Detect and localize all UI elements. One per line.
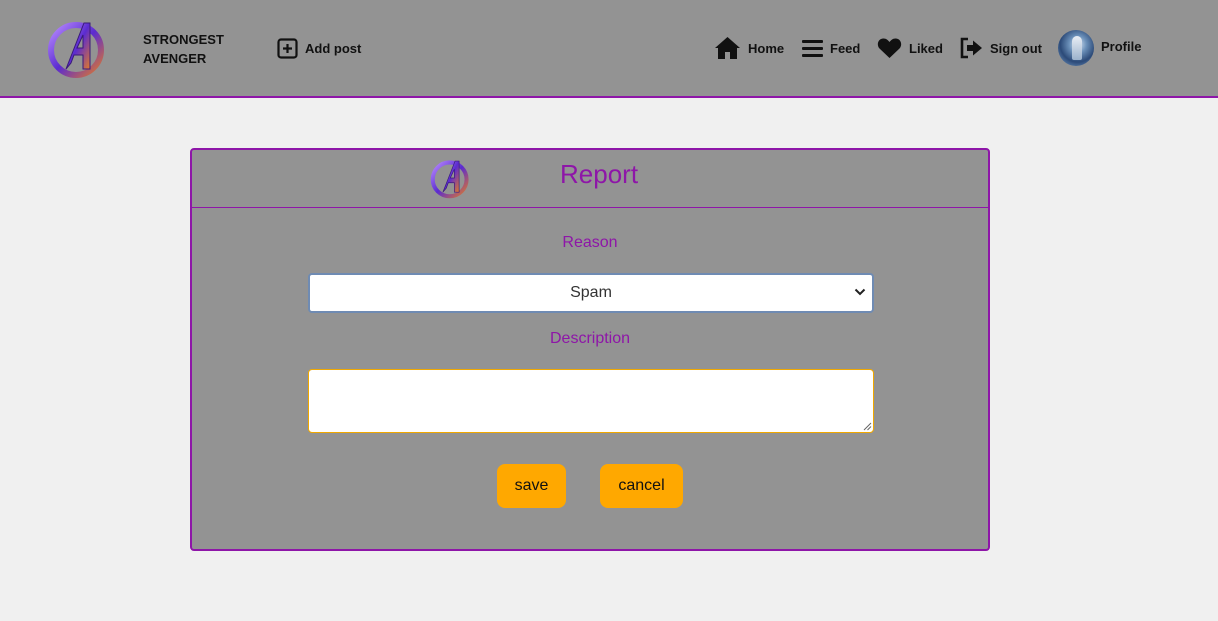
reason-selected-value: Spam — [570, 284, 612, 301]
heart-icon — [877, 38, 902, 58]
menu-lines-icon — [802, 39, 823, 57]
home-link[interactable]: Home — [714, 0, 784, 96]
feed-label: Feed — [830, 40, 861, 56]
cancel-button[interactable]: cancel — [600, 464, 683, 508]
feed-link[interactable]: Feed — [802, 0, 860, 96]
profile-label: Profile — [1101, 38, 1142, 54]
sign-out-link[interactable]: Sign out — [959, 0, 1042, 96]
home-label: Home — [748, 40, 785, 56]
description-textarea[interactable] — [308, 369, 874, 433]
save-button[interactable]: save — [497, 464, 566, 508]
brand-name: STRONGEST AVENGER — [143, 30, 224, 68]
plus-square-icon — [277, 37, 298, 59]
reason-select[interactable]: Spam — [308, 273, 874, 313]
home-icon — [715, 37, 740, 59]
liked-label: Liked — [909, 40, 943, 56]
avengers-logo-icon — [430, 160, 470, 199]
report-card-header: Report — [192, 150, 988, 208]
brand-name-line1: STRONGEST — [143, 32, 224, 47]
avatar — [1058, 30, 1094, 66]
top-navbar: STRONGEST AVENGER Add post Home Feed Lik… — [0, 0, 1218, 98]
profile-link[interactable]: Profile — [1058, 0, 1141, 96]
report-card: Report Reason Spam Description save canc… — [190, 148, 990, 551]
sign-out-label: Sign out — [990, 40, 1042, 56]
description-label: Description — [549, 330, 631, 347]
reason-label: Reason — [562, 234, 618, 251]
avengers-logo-icon[interactable] — [44, 17, 112, 79]
add-post-link[interactable]: Add post — [277, 0, 361, 96]
sign-out-icon — [960, 37, 982, 59]
chevron-down-icon — [854, 288, 866, 296]
resize-grip-icon[interactable] — [862, 421, 872, 431]
brand-name-line2: AVENGER — [143, 51, 207, 66]
add-post-label: Add post — [305, 40, 362, 56]
report-title: Report — [560, 159, 639, 189]
liked-link[interactable]: Liked — [877, 0, 943, 96]
